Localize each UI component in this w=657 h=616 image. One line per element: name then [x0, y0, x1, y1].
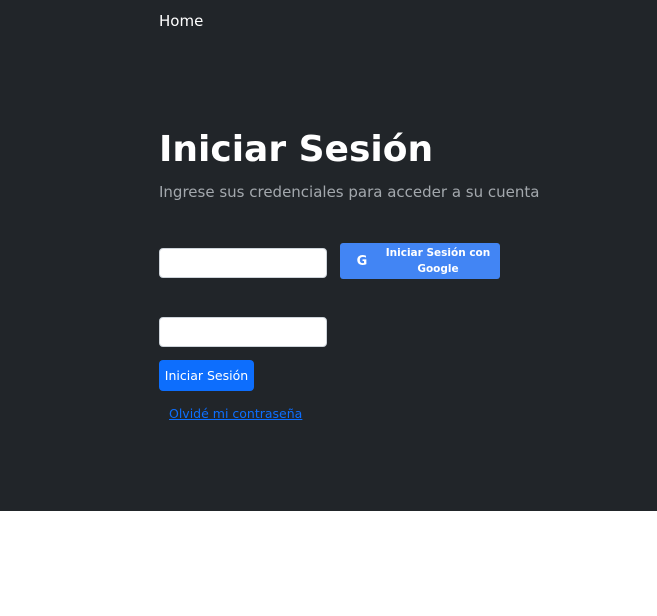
google-login-label: Iniciar Sesión con Google	[385, 247, 491, 275]
login-submit-button[interactable]: Iniciar Sesión	[159, 360, 254, 391]
page-title: Iniciar Sesión	[159, 129, 434, 170]
nav-home-link[interactable]: Home	[159, 11, 203, 31]
page-subtitle: Ingrese sus credenciales para acceder a …	[159, 183, 540, 201]
forgot-password-link[interactable]: Olvidé mi contraseña	[169, 405, 302, 422]
login-section: Home Iniciar Sesión Ingrese sus credenci…	[0, 0, 657, 511]
google-icon: G	[356, 253, 368, 269]
password-input[interactable]	[159, 317, 327, 347]
google-login-button[interactable]: G Iniciar Sesión con Google	[340, 243, 500, 279]
username-input[interactable]	[159, 248, 327, 278]
